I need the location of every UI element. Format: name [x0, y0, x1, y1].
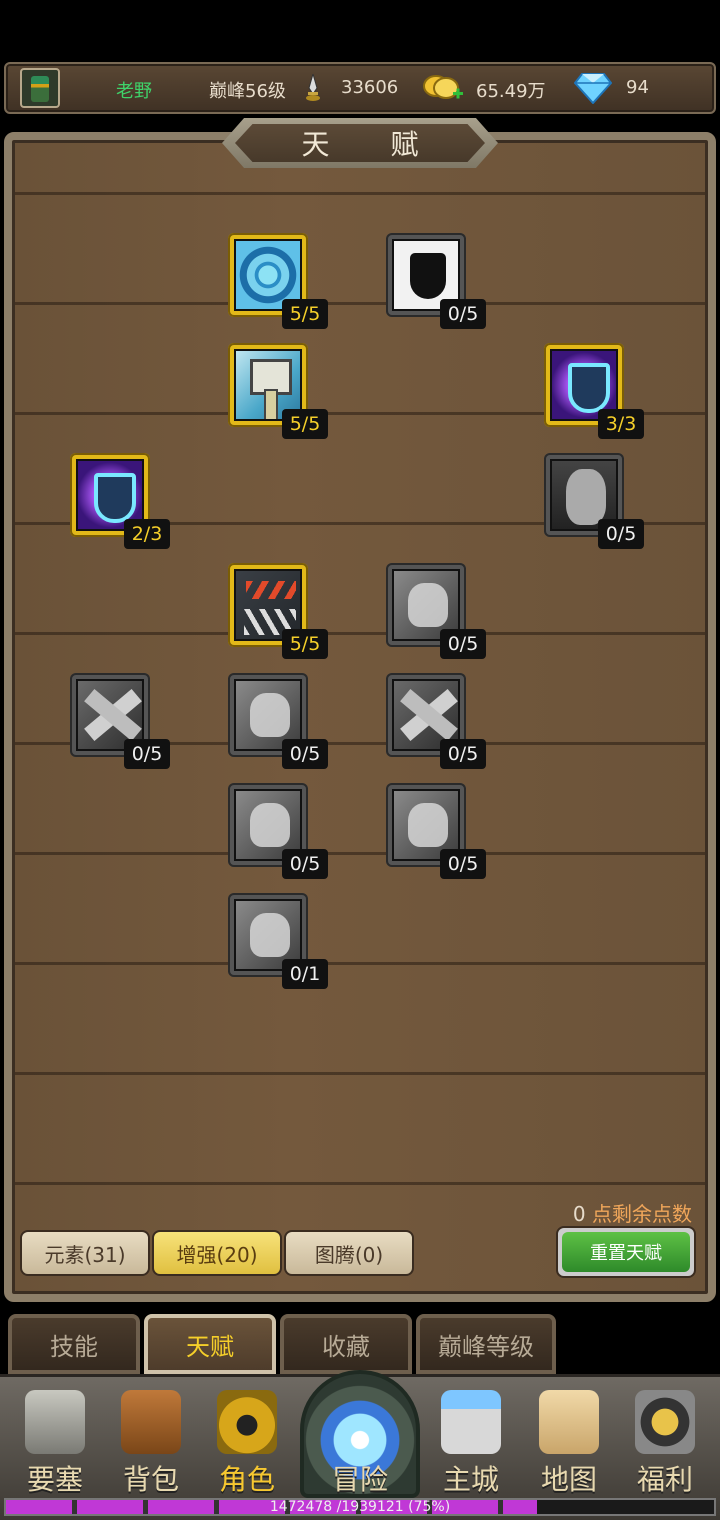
panel-title-plate: 天 赋: [222, 118, 498, 168]
talent-count: 0/5: [440, 629, 486, 659]
talent-count: 0/5: [440, 849, 486, 879]
category-tab-label: 元素(31): [44, 1242, 126, 1267]
category-tab-totem[interactable]: 图腾(0): [284, 1230, 414, 1276]
reset-talents-label: 重置天赋: [562, 1232, 690, 1272]
talent-count: 5/5: [282, 299, 328, 329]
talent-claw[interactable]: 5/5: [228, 563, 328, 659]
talent-count: 0/5: [282, 739, 328, 769]
remaining-points: 0 点剩余点数: [573, 1198, 692, 1227]
power-value: 33606: [341, 77, 399, 98]
nav-welfare[interactable]: 福利: [622, 1386, 708, 1498]
talent-armor[interactable]: 0/5: [386, 563, 486, 659]
category-tab-label: 图腾(0): [314, 1242, 384, 1267]
player-level: 巅峰56级: [209, 81, 286, 102]
player-bar: 老野 巅峰56级 33606 65.49万 94: [4, 62, 716, 114]
nav-character[interactable]: 角色: [204, 1386, 290, 1498]
nav-backpack[interactable]: 背包: [108, 1386, 194, 1498]
nav-main-city[interactable]: 主城: [428, 1386, 514, 1498]
nav-label: 背包: [122, 1463, 179, 1496]
helmet-icon: [217, 1390, 277, 1454]
talent-count: 0/5: [440, 299, 486, 329]
tab-label: 巅峰等级: [438, 1332, 534, 1361]
tab-peak-level[interactable]: 巅峰等级: [416, 1314, 556, 1374]
talent-count: 5/5: [282, 629, 328, 659]
category-tab-label: 增强(20): [176, 1242, 258, 1267]
talent-lightning-shield-right[interactable]: 3/3: [544, 343, 644, 439]
gold-value: 65.49万: [476, 81, 546, 102]
talent-hammer[interactable]: 5/5: [228, 343, 328, 439]
nav-adventure-label: 冒险: [331, 1463, 388, 1496]
map-scroll-icon: [539, 1390, 599, 1454]
nav-label: 角色: [218, 1463, 275, 1496]
talent-whirlwind[interactable]: 5/5: [228, 233, 328, 329]
talent-count: 2/3: [124, 519, 170, 549]
tab-label: 收藏: [322, 1332, 370, 1361]
category-tab-enhance[interactable]: 增强(20): [152, 1230, 282, 1276]
talent-stone-face[interactable]: 0/5: [544, 453, 644, 549]
talent-beast[interactable]: 0/5: [228, 673, 328, 769]
xp-text: 1472478 /1939121 (75%): [269, 1499, 451, 1515]
gems-value: 94: [626, 77, 649, 98]
status-bar: [0, 0, 720, 60]
panel-title: 天 赋: [235, 124, 485, 162]
sword-power-icon: [306, 74, 320, 101]
reset-talents-button[interactable]: 重置天赋: [556, 1226, 696, 1278]
tab-label: 天赋: [186, 1332, 234, 1361]
remaining-points-value: 0: [572, 1202, 586, 1226]
nav-label: 要塞: [26, 1463, 83, 1496]
talent-thunder-hammer[interactable]: 0/5: [386, 783, 486, 879]
nav-map[interactable]: 地图: [526, 1386, 612, 1498]
player-name: 老野: [116, 81, 152, 102]
tab-label: 技能: [50, 1332, 98, 1361]
player-avatar[interactable]: [20, 68, 60, 108]
castle-icon: [441, 1390, 501, 1454]
talent-count: 0/5: [440, 739, 486, 769]
talent-count: 0/5: [598, 519, 644, 549]
tab-talents[interactable]: 天赋: [144, 1314, 276, 1374]
nav-label: 福利: [636, 1463, 693, 1496]
tab-collection[interactable]: 收藏: [280, 1314, 412, 1374]
backpack-icon: [121, 1390, 181, 1454]
fortress-icon: [25, 1390, 85, 1454]
tab-skills[interactable]: 技能: [8, 1314, 140, 1374]
xp-bar: 1472478 /1939121 (75%): [4, 1498, 716, 1516]
nav-label: 主城: [442, 1463, 499, 1496]
talent-count: 0/5: [282, 849, 328, 879]
nav-fortress[interactable]: 要塞: [12, 1386, 98, 1498]
talent-count: 0/1: [282, 959, 328, 989]
talent-crossed-swords-left[interactable]: 0/5: [70, 673, 170, 769]
talent-count: 3/3: [598, 409, 644, 439]
talent-axe[interactable]: 0/5: [228, 783, 328, 879]
gold-coins-icon[interactable]: [422, 72, 464, 104]
remaining-points-label: 点剩余点数: [592, 1202, 692, 1226]
gift-gong-icon: [635, 1390, 695, 1454]
diamond-icon[interactable]: [574, 72, 612, 104]
talent-thunder-hammer-final[interactable]: 0/1: [228, 893, 328, 989]
talent-dark-shield[interactable]: 0/5: [386, 233, 486, 329]
talent-crossed-swords-right[interactable]: 0/5: [386, 673, 486, 769]
nav-label: 地图: [540, 1463, 597, 1496]
category-tab-elements[interactable]: 元素(31): [20, 1230, 150, 1276]
talent-count: 5/5: [282, 409, 328, 439]
talent-lightning-shield-left[interactable]: 2/3: [70, 453, 170, 549]
talent-count: 0/5: [124, 739, 170, 769]
